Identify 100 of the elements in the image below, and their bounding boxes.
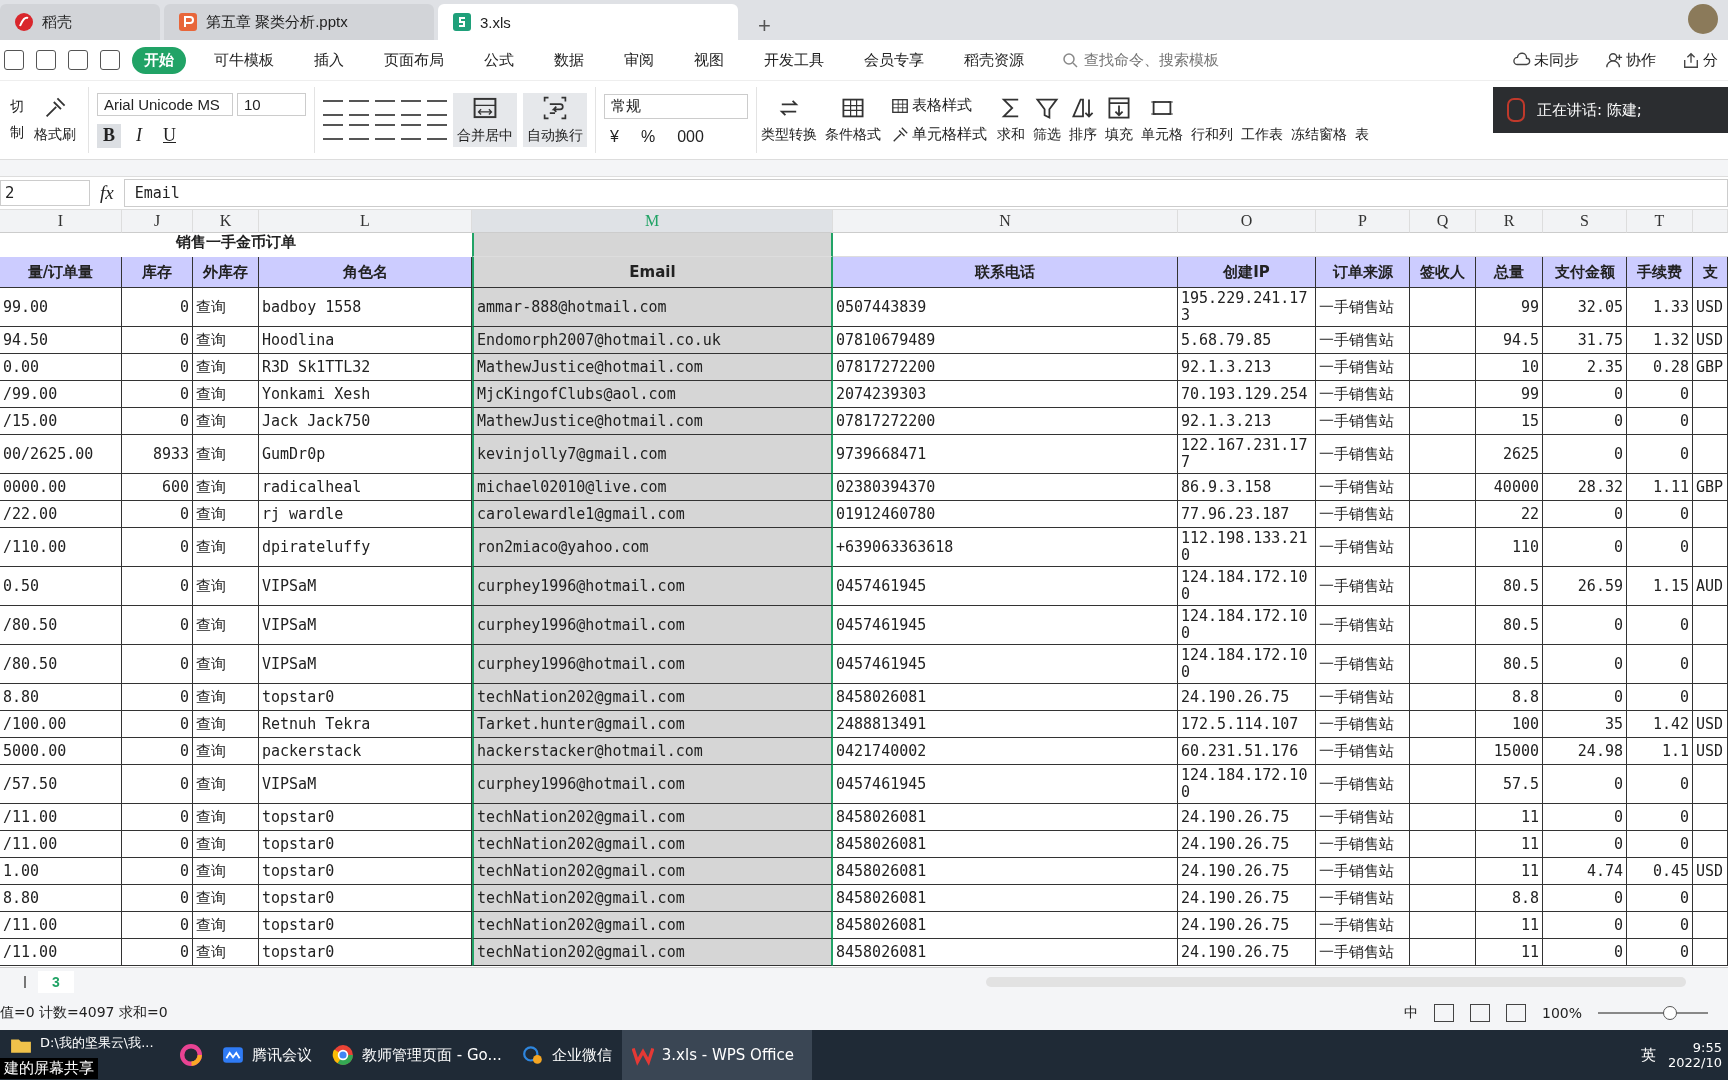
menu-tab[interactable]: 开发工具 <box>752 46 836 74</box>
font-size-select[interactable]: 10 <box>237 92 306 116</box>
font-style-button[interactable]: U <box>157 123 181 148</box>
input-mode[interactable]: 中 <box>1403 1004 1418 1022</box>
menu-tab[interactable]: 视图 <box>682 46 736 74</box>
menu-tab[interactable]: 数据 <box>542 46 596 74</box>
number-format-button[interactable]: 000 <box>671 126 710 147</box>
column-letter[interactable]: R <box>1476 210 1543 233</box>
align-icon[interactable] <box>427 124 447 140</box>
column-letter[interactable]: P <box>1316 210 1410 233</box>
merge-button[interactable]: 合并居中 <box>453 93 517 147</box>
menu-tab[interactable]: 审阅 <box>612 46 666 74</box>
number-format-select[interactable]: 常规 <box>604 93 748 119</box>
menu-tab[interactable]: 公式 <box>472 46 526 74</box>
menu-tab[interactable]: 可牛模板 <box>202 46 286 74</box>
menu-tab[interactable]: 页面布局 <box>372 46 456 74</box>
taskbar-item[interactable]: 企业微信 <box>511 1030 622 1080</box>
ribbon-button[interactable]: 填充 <box>1101 94 1137 146</box>
sort-icon <box>1071 96 1095 120</box>
font-style-button[interactable]: B <box>97 123 121 148</box>
taskbar-item[interactable]: 3.xls - WPS Office <box>621 1030 812 1080</box>
ribbon-button[interactable]: 排序 <box>1065 94 1101 146</box>
toolbar-icon[interactable] <box>36 50 56 70</box>
table-cell: 124.184.172.100 <box>1178 606 1316 645</box>
document-tab[interactable]: 稻壳 <box>0 4 160 40</box>
taskbar-item[interactable]: 腾讯会议 <box>212 1030 322 1080</box>
align-icon[interactable] <box>401 100 421 116</box>
number-format-button[interactable]: ¥ <box>604 126 625 147</box>
table-cell: 24.190.26.75 <box>1178 939 1316 966</box>
zoom-slider-thumb[interactable] <box>1662 1006 1677 1020</box>
column-letter[interactable]: L <box>259 210 472 233</box>
normal-view-icon[interactable] <box>1433 1004 1454 1022</box>
table-cell: USD <box>1693 858 1728 885</box>
style-button[interactable]: 单元格样式 <box>885 124 993 145</box>
action-button[interactable]: 未同步 <box>1507 49 1585 71</box>
table-cell: 172.5.114.107 <box>1178 711 1316 738</box>
column-letter[interactable]: T <box>1627 210 1693 233</box>
column-letter[interactable]: S <box>1543 210 1627 233</box>
table-cell: 1.33 <box>1627 288 1693 327</box>
align-icon[interactable] <box>349 100 369 116</box>
toolbar-icon[interactable] <box>68 50 88 70</box>
align-icon[interactable] <box>427 100 447 116</box>
table-cell: 0.45 <box>1627 858 1693 885</box>
merge-button[interactable]: 自动换行 <box>523 93 587 147</box>
menu-tab[interactable]: 插入 <box>302 46 356 74</box>
align-icon[interactable] <box>349 124 369 140</box>
clipboard-button[interactable]: 制 <box>10 124 24 142</box>
align-icon[interactable] <box>323 124 343 140</box>
empty-cell <box>1410 711 1476 738</box>
column-letter[interactable]: I <box>0 210 122 233</box>
action-button[interactable]: 协作 <box>1599 49 1662 71</box>
column-letter[interactable]: Q <box>1410 210 1476 233</box>
avatar[interactable] <box>1688 4 1718 34</box>
ribbon-button[interactable]: 单元格 <box>1137 94 1187 146</box>
column-letter[interactable]: N <box>833 210 1178 233</box>
new-tab-button[interactable]: + <box>752 12 777 40</box>
column-letter[interactable]: K <box>193 210 259 233</box>
font-family-select[interactable]: Arial Unicode MS <box>97 92 233 116</box>
table-cell: 0 <box>1627 645 1693 684</box>
align-icon[interactable] <box>323 100 343 116</box>
column-letter[interactable]: O <box>1178 210 1316 233</box>
format-painter-button[interactable]: 格式刷 <box>30 94 80 146</box>
style-button[interactable]: 表格样式 <box>885 95 993 116</box>
formula-field[interactable]: Email <box>123 179 1728 207</box>
document-tab[interactable]: 3.xls <box>438 4 738 40</box>
taskbar-item[interactable]: D:\我的坚果云\我... <box>0 1030 170 1056</box>
ribbon-button[interactable]: 类型转换 <box>757 94 821 146</box>
align-icon[interactable] <box>375 100 395 116</box>
table-cell: 1.00 <box>0 858 122 885</box>
number-format-button[interactable]: % <box>634 126 662 147</box>
ribbon-button[interactable]: 冻结窗格 <box>1287 94 1351 146</box>
zoom-level[interactable]: 100% <box>1541 1005 1582 1021</box>
document-tab[interactable]: 第五章 聚类分析.pptx <box>164 4 434 40</box>
name-box[interactable]: 2 <box>0 180 90 206</box>
ribbon-button[interactable]: 行和列 <box>1187 94 1237 146</box>
column-letter[interactable]: J <box>122 210 193 233</box>
ribbon-button[interactable]: 筛选 <box>1029 94 1065 146</box>
table-cell: 一手销售站 <box>1316 288 1410 327</box>
ime-indicator[interactable]: 英 <box>1641 1045 1656 1065</box>
font-style-button[interactable]: I <box>127 123 151 148</box>
table-cell: 24.190.26.75 <box>1178 858 1316 885</box>
sheet-title: 销售一手金币订单 <box>174 233 297 253</box>
toolbar-icon[interactable] <box>100 50 120 70</box>
clipboard-button[interactable]: 切 <box>10 98 24 116</box>
align-icon[interactable] <box>401 124 421 140</box>
menu-tab[interactable]: 会员专享 <box>852 46 936 74</box>
fx-label[interactable]: fx <box>100 182 114 204</box>
clock[interactable]: 9:55 2022/10 <box>1668 1040 1722 1070</box>
align-icon[interactable] <box>375 124 395 140</box>
ribbon-button[interactable]: 工作表 <box>1237 94 1287 146</box>
toolbar-icon[interactable] <box>4 50 24 70</box>
menu-tab[interactable]: 稻壳资源 <box>952 46 1036 74</box>
ribbon-button[interactable]: 求和 <box>993 94 1029 146</box>
action-button[interactable]: 分 <box>1676 49 1724 71</box>
ribbon-button[interactable]: 表 <box>1351 94 1373 146</box>
ribbon-button[interactable]: 条件格式 <box>821 94 885 146</box>
break-view-icon[interactable] <box>1505 1004 1526 1022</box>
page-view-icon[interactable] <box>1469 1004 1490 1022</box>
empty-cell <box>1693 408 1728 435</box>
taskbar-item[interactable]: 教师管理页面 - Go... <box>322 1030 512 1080</box>
